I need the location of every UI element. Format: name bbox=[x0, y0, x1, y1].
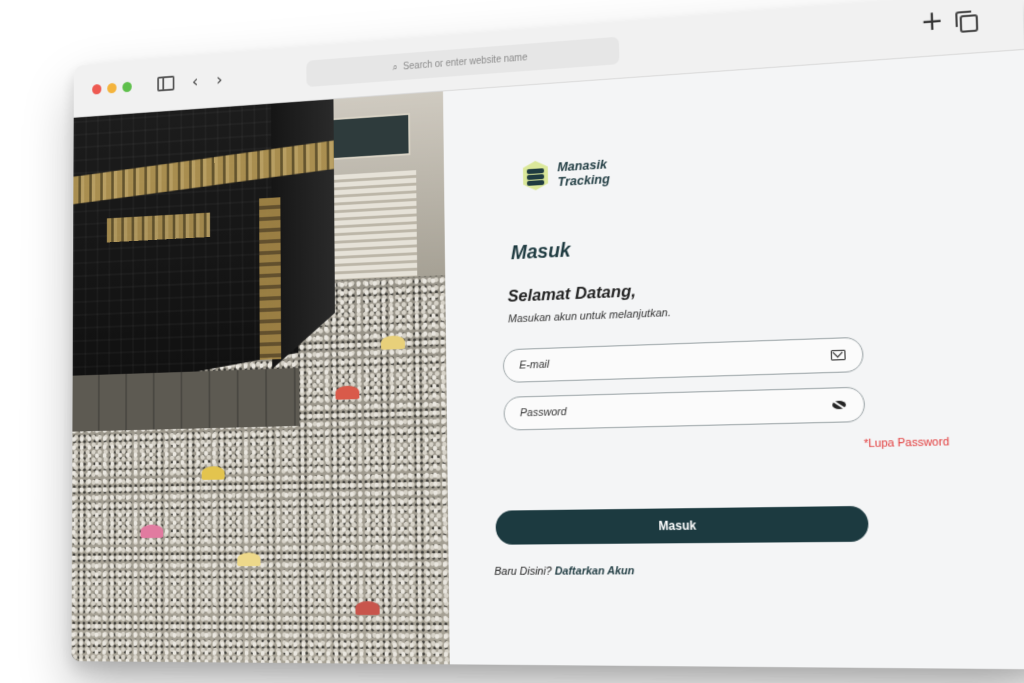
email-placeholder: E-mail bbox=[519, 349, 831, 371]
minimize-window-dot[interactable] bbox=[107, 83, 116, 94]
page-title: Masuk bbox=[511, 240, 571, 266]
app-logo: Manasik Tracking bbox=[523, 156, 610, 191]
eye-off-icon[interactable] bbox=[832, 400, 847, 411]
umbrella bbox=[381, 335, 405, 349]
window-controls bbox=[92, 82, 132, 95]
chevron-right-icon[interactable]: › bbox=[210, 69, 229, 91]
welcome-subtitle: Masukan akun untuk melanjutkan. bbox=[508, 307, 671, 325]
umbrella bbox=[202, 466, 225, 480]
chevron-left-icon[interactable]: ‹ bbox=[186, 71, 205, 93]
umbrella bbox=[237, 552, 260, 566]
password-field[interactable]: Password bbox=[503, 387, 865, 431]
page-content: Manasik Tracking Masuk Selamat Datang, M… bbox=[72, 50, 1024, 669]
login-button[interactable]: Masuk bbox=[495, 506, 868, 545]
email-field[interactable]: E-mail bbox=[503, 337, 864, 383]
search-icon: ⌕ bbox=[392, 62, 397, 73]
logo-text: Manasik Tracking bbox=[557, 156, 610, 189]
browser-window: ‹ › ⌕ Search or enter website name + Man… bbox=[72, 0, 1024, 669]
signup-row: Baru Disini? Daftarkan Akun bbox=[494, 565, 634, 578]
kaaba-base bbox=[72, 368, 299, 432]
umbrella bbox=[141, 525, 164, 539]
address-placeholder: Search or enter website name bbox=[403, 52, 527, 72]
kaaba-door-trim bbox=[259, 197, 281, 360]
kaaba-photo bbox=[72, 91, 450, 664]
close-window-dot[interactable] bbox=[92, 84, 101, 95]
mail-icon bbox=[831, 350, 846, 361]
logo-icon bbox=[523, 160, 548, 191]
login-panel: Manasik Tracking Masuk Selamat Datang, M… bbox=[443, 50, 1024, 669]
signup-prompt: Baru Disini? bbox=[494, 566, 552, 578]
password-placeholder: Password bbox=[520, 399, 833, 419]
umbrella bbox=[335, 385, 359, 399]
address-bar[interactable]: ⌕ Search or enter website name bbox=[306, 37, 619, 87]
signup-link[interactable]: Daftarkan Akun bbox=[555, 565, 635, 578]
logo-line-2: Tracking bbox=[558, 171, 610, 189]
maximize-window-dot[interactable] bbox=[122, 82, 131, 93]
umbrella bbox=[355, 601, 379, 615]
sidebar-icon[interactable] bbox=[156, 73, 175, 95]
welcome-heading: Selamat Datang, bbox=[508, 281, 636, 306]
plus-icon[interactable]: + bbox=[920, 10, 944, 34]
tabs-icon[interactable] bbox=[956, 11, 980, 35]
forgot-password-link[interactable]: *Lupa Password bbox=[864, 436, 950, 450]
